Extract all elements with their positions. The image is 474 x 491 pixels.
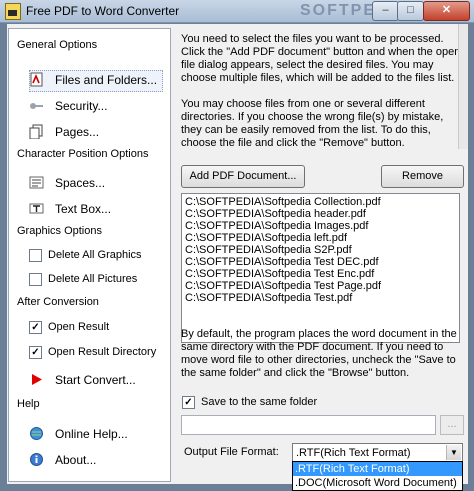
checkbox-box[interactable]: ✓ — [29, 321, 42, 334]
list-item[interactable]: C:\SOFTPEDIA\Softpedia Test Page.pdf — [182, 280, 459, 292]
scrollbar[interactable] — [458, 24, 468, 149]
list-item[interactable]: C:\SOFTPEDIA\Softpedia Test.pdf — [182, 292, 459, 304]
sidebar-item-label: Text Box... — [55, 202, 112, 216]
browse-button[interactable]: ... — [440, 415, 464, 435]
list-item[interactable]: C:\SOFTPEDIA\Softpedia Images.pdf — [182, 220, 459, 232]
sidebar: General Options Files and Folders... Sec… — [8, 28, 171, 482]
text-box-icon — [29, 203, 44, 214]
title-bar: Free PDF to Word Converter SOFTPEDIA – □… — [0, 0, 474, 23]
select-value: .RTF(Rich Text Format) — [296, 447, 411, 459]
dropdown-option-rtf[interactable]: .RTF(Rich Text Format) — [293, 462, 462, 476]
sidebar-item-label: Pages... — [55, 125, 100, 139]
section-help: Help — [17, 398, 40, 410]
section-character-position: Character Position Options — [17, 148, 149, 160]
maximize-button[interactable]: □ — [397, 1, 424, 21]
output-folder-input[interactable] — [181, 415, 436, 435]
checkbox-box[interactable] — [29, 273, 42, 286]
checkbox-label: Save to the same folder — [201, 396, 318, 408]
list-item[interactable]: C:\SOFTPEDIA\Softpedia left.pdf — [182, 232, 459, 244]
checkbox-box[interactable]: ✓ — [29, 346, 42, 359]
app-icon — [5, 3, 21, 20]
checkbox-label: Delete All Pictures — [48, 273, 138, 285]
sidebar-item-label: Online Help... — [55, 427, 128, 441]
globe-icon — [30, 427, 43, 440]
list-item[interactable]: C:\SOFTPEDIA\Softpedia Test Enc.pdf — [182, 268, 459, 280]
window-title: Free PDF to Word Converter — [26, 4, 180, 18]
instructions-paragraph-1: You need to select the files you want to… — [181, 33, 461, 84]
list-item[interactable]: C:\SOFTPEDIA\Softpedia header.pdf — [182, 208, 459, 220]
key-icon — [30, 103, 43, 109]
pages-icon — [29, 124, 43, 139]
spaces-icon — [29, 176, 44, 189]
output-format-dropdown: .RTF(Rich Text Format) .DOC(Microsoft Wo… — [292, 461, 463, 491]
minimize-button[interactable]: – — [372, 1, 399, 21]
checkbox-label: Open Result Directory — [48, 346, 157, 358]
instructions-paragraph-2: You may choose files from one or several… — [181, 98, 444, 149]
checkbox-box[interactable] — [29, 249, 42, 262]
sidebar-item-label: Spaces... — [55, 176, 106, 190]
dropdown-option-doc[interactable]: .DOC(Microsoft Word Document) — [293, 476, 462, 490]
sidebar-item-label: Start Convert... — [55, 373, 136, 387]
output-format-label: Output File Format: — [184, 446, 279, 458]
info-icon — [30, 453, 43, 466]
chevron-down-icon[interactable]: ▼ — [446, 445, 461, 460]
list-item[interactable]: C:\SOFTPEDIA\Softpedia Test DEC.pdf — [182, 256, 459, 268]
section-after-conversion: After Conversion — [17, 296, 99, 308]
checkbox-label: Open Result — [48, 321, 110, 333]
sidebar-item-label: Files and Folders... — [55, 73, 158, 87]
pdf-document-icon — [30, 72, 43, 87]
sidebar-item-label: Security... — [55, 99, 108, 113]
play-arrow-icon — [32, 374, 42, 385]
section-graphics-options: Graphics Options — [17, 225, 102, 237]
instructions-paragraph-3: By default, the program places the word … — [181, 328, 457, 379]
checkbox-label: Delete All Graphics — [48, 249, 142, 261]
list-item[interactable]: C:\SOFTPEDIA\Softpedia Collection.pdf — [182, 196, 459, 208]
files-list[interactable]: C:\SOFTPEDIA\Softpedia Collection.pdf C:… — [181, 193, 460, 343]
client-area: General Options Files and Folders... Sec… — [7, 24, 468, 491]
remove-button[interactable]: Remove — [381, 165, 464, 188]
sidebar-item-label: About... — [55, 453, 97, 467]
add-pdf-document-button[interactable]: Add PDF Document... — [181, 165, 305, 188]
section-general-options: General Options — [17, 39, 98, 51]
close-button[interactable]: ✕ — [423, 1, 470, 21]
output-format-select[interactable]: .RTF(Rich Text Format) ▼ — [292, 443, 463, 463]
checkbox-box[interactable]: ✓ — [182, 396, 195, 409]
list-item[interactable]: C:\SOFTPEDIA\Softpedia S2P.pdf — [182, 244, 459, 256]
